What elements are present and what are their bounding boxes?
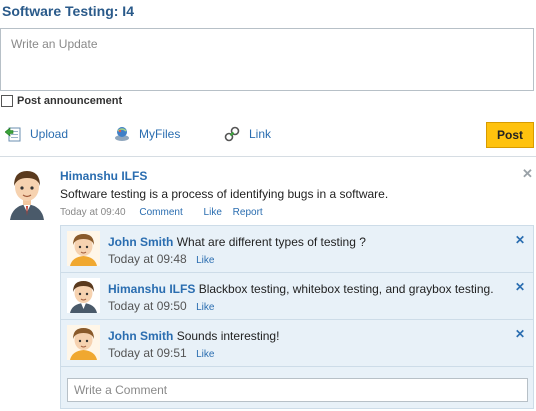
- avatar-image: [67, 325, 100, 360]
- comment-meta: Today at 09:50 Like: [108, 299, 214, 313]
- report-link[interactable]: Report: [233, 207, 263, 218]
- update-input[interactable]: [1, 29, 533, 90]
- upload-button[interactable]: Upload: [4, 126, 69, 142]
- comment-text: What are different types of testing ?: [176, 235, 366, 249]
- composer-actions: Upload MyFiles Link: [0, 122, 536, 146]
- comment-like-link[interactable]: Like: [196, 349, 214, 360]
- link-icon: [224, 126, 240, 142]
- comment-time: Today at 09:51: [108, 346, 187, 360]
- update-box[interactable]: [0, 28, 534, 91]
- divider: [0, 156, 536, 157]
- comment-line: Himanshu ILFS Blackbox testing, whitebox…: [108, 282, 494, 296]
- post-author[interactable]: Himanshu ILFS: [60, 169, 147, 183]
- post-button[interactable]: Post: [486, 122, 534, 148]
- post-announcement[interactable]: Post announcement: [1, 95, 122, 107]
- comment-text: Blackbox testing, whitebox testing, and …: [198, 282, 494, 296]
- myfiles-button[interactable]: MyFiles: [114, 126, 180, 142]
- avatar-image: [67, 231, 100, 266]
- comment-input[interactable]: [67, 378, 528, 402]
- upload-label: Upload: [30, 127, 69, 141]
- comment-like-link[interactable]: Like: [196, 302, 214, 313]
- comment-link[interactable]: Comment: [139, 207, 182, 218]
- post-meta: Today at 09:40 Comment Like Report: [60, 207, 263, 218]
- myfiles-label: MyFiles: [139, 127, 181, 141]
- close-icon[interactable]: ✕: [515, 327, 525, 341]
- comment-item: Himanshu ILFS Blackbox testing, whitebox…: [61, 273, 533, 320]
- link-label: Link: [249, 127, 272, 141]
- comment-text: Sounds interesting!: [176, 329, 280, 343]
- comment-item: John Smith What are different types of t…: [61, 226, 533, 273]
- avatar-image: [67, 278, 100, 313]
- post-text: Software testing is a process of identif…: [60, 187, 389, 201]
- close-icon[interactable]: ✕: [515, 233, 525, 247]
- comment-line: John Smith What are different types of t…: [108, 235, 366, 249]
- comment-author[interactable]: John Smith: [108, 329, 173, 343]
- avatar: [4, 166, 50, 220]
- post-time: Today at 09:40: [60, 207, 126, 218]
- close-icon[interactable]: ✕: [522, 166, 533, 182]
- comments-panel: John Smith What are different types of t…: [60, 225, 534, 409]
- announcement-checkbox[interactable]: [1, 95, 13, 107]
- comment-meta: Today at 09:48 Like: [108, 252, 214, 266]
- avatar: [67, 231, 100, 266]
- comment-line: John Smith Sounds interesting!: [108, 329, 279, 343]
- comment-time: Today at 09:50: [108, 299, 187, 313]
- avatar: [67, 278, 100, 313]
- comment-time: Today at 09:48: [108, 252, 187, 266]
- comment-author[interactable]: Himanshu ILFS: [108, 282, 195, 296]
- close-icon[interactable]: ✕: [515, 280, 525, 294]
- avatar-image: [10, 171, 44, 220]
- like-link[interactable]: Like: [204, 207, 222, 218]
- announcement-label: Post announcement: [17, 95, 123, 107]
- page-title: Software Testing: I4: [2, 3, 134, 19]
- comment-item: John Smith Sounds interesting! Today at …: [61, 320, 533, 367]
- link-button[interactable]: Link: [224, 126, 271, 142]
- myfiles-icon: [114, 126, 130, 142]
- comment-meta: Today at 09:51 Like: [108, 346, 214, 360]
- upload-icon: [4, 126, 21, 142]
- avatar: [67, 325, 100, 360]
- comment-like-link[interactable]: Like: [196, 255, 214, 266]
- comment-author[interactable]: John Smith: [108, 235, 173, 249]
